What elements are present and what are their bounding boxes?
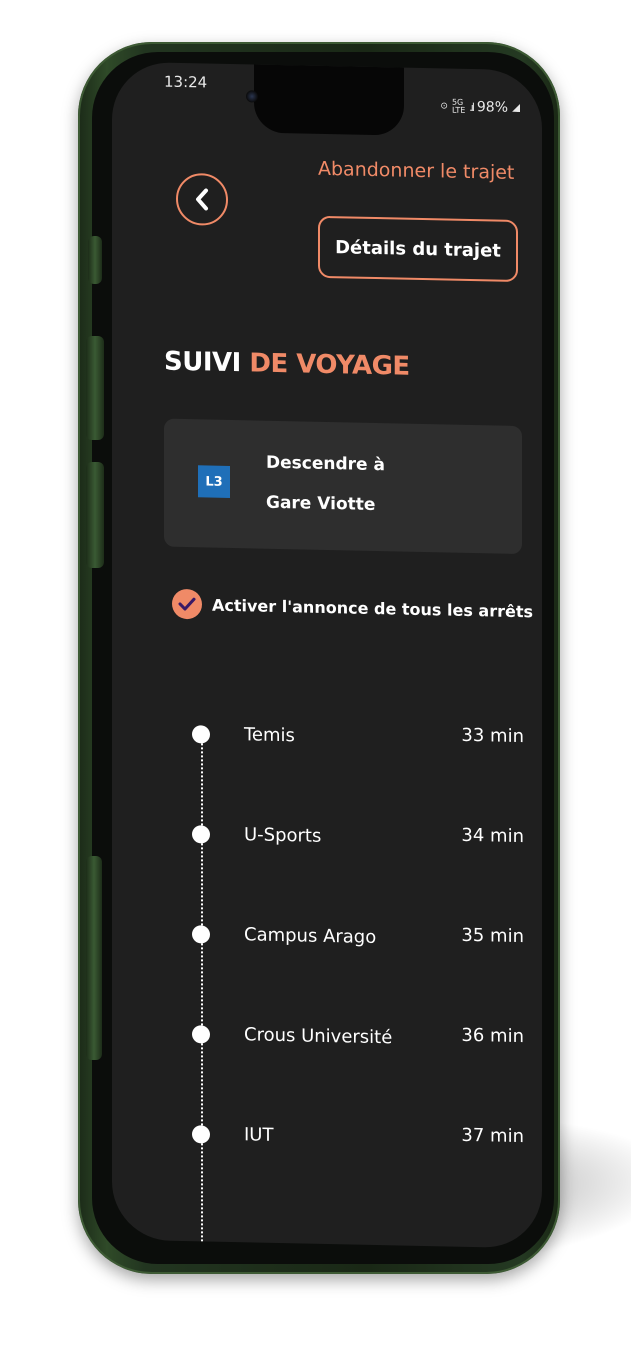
stop-dot-icon	[192, 1025, 210, 1044]
volume-up-button	[86, 336, 104, 440]
announce-label: Activer l'annonce de tous les arrêts	[212, 595, 534, 621]
battery-percent: 98%	[476, 99, 508, 116]
title-part2: DE VOYAGE	[249, 348, 410, 382]
stop-item: Temis 33 min	[192, 719, 532, 756]
stop-name: Temis	[244, 724, 295, 747]
alight-instruction: Descendre à	[266, 452, 385, 476]
front-camera-icon	[246, 90, 258, 103]
trip-details-button[interactable]: Détails du trajet	[318, 215, 518, 283]
stop-time: 37 min	[461, 1124, 524, 1148]
volume-down-button	[86, 462, 104, 568]
app-screen: 13:24 ⊙ 5G LTE .ıl 98% Abandonner le tra…	[112, 61, 542, 1249]
stop-name: IUT	[244, 1124, 274, 1146]
battery-icon	[512, 104, 520, 112]
alight-stop-name: Gare Viotte	[266, 492, 376, 516]
mockup-scene: 13:24 ⊙ 5G LTE .ıl 98% Abandonner le tra…	[0, 0, 631, 1357]
next-stop-card: L3 Descendre à Gare Viotte	[164, 418, 522, 555]
page-title: SUIVI DE VOYAGE	[164, 347, 410, 382]
stop-item: IUT 37 min	[192, 1119, 532, 1156]
stop-name: Crous Université	[244, 1024, 393, 1049]
wifi-calling-icon: ⊙	[440, 101, 448, 112]
mute-switch	[88, 236, 102, 284]
stop-item: Crous Université 36 min	[192, 1019, 532, 1056]
abandon-trip-link[interactable]: Abandonner le trajet	[318, 158, 514, 184]
stop-time: 36 min	[461, 1024, 524, 1048]
back-button[interactable]	[176, 172, 228, 226]
stop-time: 34 min	[461, 824, 524, 848]
chevron-left-icon	[196, 188, 208, 211]
stop-name: U-Sports	[244, 824, 322, 847]
stop-dot-icon	[192, 925, 210, 944]
line-badge: L3	[198, 465, 230, 498]
timeline-line	[201, 731, 203, 1242]
stop-name: Campus Arago	[244, 924, 377, 949]
signal-icon: .ıl	[469, 100, 473, 114]
status-time: 13:24	[164, 72, 208, 92]
stop-item: Campus Arago 35 min	[192, 919, 532, 956]
stop-dot-icon	[192, 725, 210, 744]
network-bottom: LTE	[451, 105, 466, 115]
notch	[246, 64, 404, 136]
network-type: 5G LTE	[451, 98, 466, 115]
announce-checkbox[interactable]	[172, 588, 202, 620]
checkmark-icon	[178, 597, 196, 611]
title-part1: SUIVI	[164, 346, 241, 379]
status-indicators: ⊙ 5G LTE .ıl 98%	[440, 98, 520, 116]
stop-time: 33 min	[461, 724, 524, 748]
stop-dot-icon	[192, 1125, 210, 1144]
announce-all-stops-toggle[interactable]: Activer l'annonce de tous les arrêts	[172, 588, 534, 627]
stop-dot-icon	[192, 825, 210, 844]
sim-tray	[86, 856, 102, 1060]
stop-time: 35 min	[461, 924, 524, 948]
stop-item: U-Sports 34 min	[192, 819, 532, 856]
